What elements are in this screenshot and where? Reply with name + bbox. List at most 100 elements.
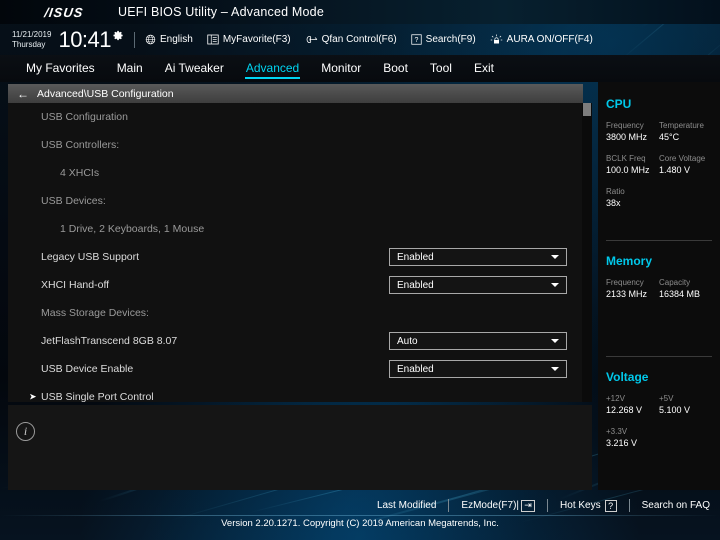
hwm-metric-value: 38x — [606, 197, 662, 210]
search-faq-label: Search on FAQ — [642, 500, 710, 511]
hwm-row: Ratio38x — [606, 186, 712, 210]
tab-label: Exit — [474, 61, 494, 75]
question-key-icon: ? — [605, 500, 617, 512]
hwm-metric-key: +3.3V — [606, 426, 662, 437]
chevron-down-icon — [551, 367, 559, 371]
version-text: Version 2.20.1271. Copyright (C) 2019 Am… — [0, 518, 720, 529]
tab-label: Advanced — [246, 61, 299, 75]
search-button[interactable]: ? Search(F9) — [411, 34, 476, 45]
hwm-row: Frequency2133 MHzCapacity16384 MB — [606, 277, 712, 301]
setting-row: Mass Storage Devices: — [8, 299, 582, 327]
breadcrumb[interactable]: ← Advanced\USB Configuration — [8, 84, 583, 103]
back-arrow-icon[interactable]: ← — [17, 88, 29, 100]
page-title: UEFI BIOS Utility – Advanced Mode — [118, 5, 324, 19]
tab-label: Tool — [430, 61, 452, 75]
tab-boot[interactable]: Boot — [383, 61, 408, 77]
hotkeys-label: Hot Keys — [560, 500, 601, 511]
aura-button[interactable]: AURA ON/OFF(F4) — [490, 34, 593, 46]
help-panel: i — [8, 405, 592, 490]
hwm-metric: BCLK Freq100.0 MHz — [606, 153, 659, 177]
hwm-section-title: Memory — [606, 254, 712, 268]
hwm-metric-value: 12.268 V — [606, 404, 659, 417]
setting-row[interactable]: ➤USB Single Port Control — [8, 383, 582, 402]
hwm-metric: Core Voltage1.480 V — [659, 153, 712, 177]
setting-dropdown[interactable]: Enabled — [389, 276, 567, 294]
hwm-metric-value: 1.480 V — [659, 164, 712, 177]
scrollbar-thumb[interactable] — [583, 103, 591, 116]
last-modified-label: Last Modified — [377, 500, 436, 511]
bios-screen: /ISUS UEFI BIOS Utility – Advanced Mode … — [0, 0, 720, 540]
hwm-metric-key: Frequency — [606, 120, 659, 131]
setting-row[interactable]: JetFlashTranscend 8GB 8.07 Auto — [8, 327, 582, 355]
tab-my-favorites[interactable]: My Favorites — [26, 61, 95, 77]
last-modified-button[interactable]: Last Modified — [377, 500, 436, 511]
language-label: English — [160, 34, 193, 45]
hardware-monitor-panel: Hardware Monitor CPUFrequency3800 MHzTem… — [598, 55, 720, 490]
hwm-metric-value: 5.100 V — [659, 404, 712, 417]
hwm-section-title: Voltage — [606, 370, 712, 384]
top-info-bar: 11/21/2019 Thursday 10:41 English — [0, 24, 720, 55]
datetime-block: 11/21/2019 Thursday — [0, 30, 51, 50]
search-label: Search(F9) — [426, 34, 476, 45]
tab-label: My Favorites — [26, 61, 95, 75]
hwm-metric-key: BCLK Freq — [606, 153, 659, 164]
footer-bar: Last Modified EzMode(F7)| ⇥ Hot Keys ? S… — [0, 495, 720, 540]
tab-main[interactable]: Main — [117, 61, 143, 77]
setting-row: USB Controllers: — [8, 131, 582, 159]
hwm-metric-key: Core Voltage — [659, 153, 712, 164]
setting-dropdown[interactable]: Enabled — [389, 360, 567, 378]
footer-separator — [448, 499, 449, 512]
hwm-section-title: CPU — [606, 97, 712, 111]
ezmode-button[interactable]: EzMode(F7)| ⇥ — [461, 500, 535, 512]
hwm-row: +3.3V3.216 V — [606, 426, 712, 450]
setting-row[interactable]: XHCI Hand-offEnabled — [8, 271, 582, 299]
hwm-metric-value: 3.216 V — [606, 437, 662, 450]
tab-label: Ai Tweaker — [165, 61, 224, 75]
qfan-control-button[interactable]: Qfan Control(F6) — [305, 34, 397, 45]
setting-row: USB Configuration — [8, 103, 582, 131]
star-list-icon — [207, 34, 219, 45]
aura-light-icon — [490, 34, 503, 46]
setting-row[interactable]: Legacy USB SupportEnabled — [8, 243, 582, 271]
dropdown-value: Enabled — [397, 252, 434, 263]
footer-separator — [629, 499, 630, 512]
asus-logo: /ISUS — [27, 5, 101, 19]
settings-list: USB Configuration USB Controllers: 4 XHCIs… — [8, 103, 582, 402]
gear-icon[interactable] — [113, 30, 124, 41]
tab-ai-tweaker[interactable]: Ai Tweaker — [165, 61, 224, 77]
myfavorite-button[interactable]: MyFavorite(F3) — [207, 34, 291, 45]
hwm-row: +12V12.268 V+5V5.100 V — [606, 393, 712, 417]
hwm-metric: Temperature45°C — [659, 120, 712, 144]
tab-advanced[interactable]: Advanced — [246, 61, 299, 77]
myfavorite-label: MyFavorite(F3) — [223, 34, 291, 45]
setting-label: USB Devices: — [8, 195, 106, 207]
hwm-metric: Frequency3800 MHz — [606, 120, 659, 144]
setting-dropdown[interactable]: Auto — [389, 332, 567, 350]
setting-label: Mass Storage Devices: — [8, 307, 149, 319]
tab-tool[interactable]: Tool — [430, 61, 452, 77]
vertical-scrollbar[interactable] — [582, 103, 592, 402]
hwm-metric-key: Ratio — [606, 186, 662, 197]
footer-actions: Last Modified EzMode(F7)| ⇥ Hot Keys ? S… — [377, 499, 710, 512]
topbar-divider — [134, 32, 135, 48]
setting-label: USB Controllers: — [8, 139, 119, 151]
dropdown-value: Enabled — [397, 280, 434, 291]
setting-label: 4 XHCIs — [8, 167, 99, 179]
language-selector[interactable]: English — [145, 34, 193, 45]
setting-label: 1 Drive, 2 Keyboards, 1 Mouse — [8, 223, 204, 235]
tab-monitor[interactable]: Monitor — [321, 61, 361, 77]
breadcrumb-path: Advanced\USB Configuration — [37, 88, 174, 100]
search-faq-button[interactable]: Search on FAQ — [642, 500, 710, 511]
hwm-metric-value: 16384 MB — [659, 288, 712, 301]
tab-label: Boot — [383, 61, 408, 75]
tab-exit[interactable]: Exit — [474, 61, 494, 77]
fan-icon — [305, 34, 318, 45]
tab-label: Main — [117, 61, 143, 75]
setting-dropdown[interactable]: Enabled — [389, 248, 567, 266]
hwm-metric-value: 45°C — [659, 131, 712, 144]
setting-row[interactable]: USB Device EnableEnabled — [8, 355, 582, 383]
hwm-row: Frequency3800 MHzTemperature45°C — [606, 120, 712, 144]
setting-label: JetFlashTranscend 8GB 8.07 — [8, 335, 177, 347]
hotkeys-button[interactable]: Hot Keys ? — [560, 500, 617, 512]
title-bar: /ISUS UEFI BIOS Utility – Advanced Mode — [0, 0, 720, 24]
